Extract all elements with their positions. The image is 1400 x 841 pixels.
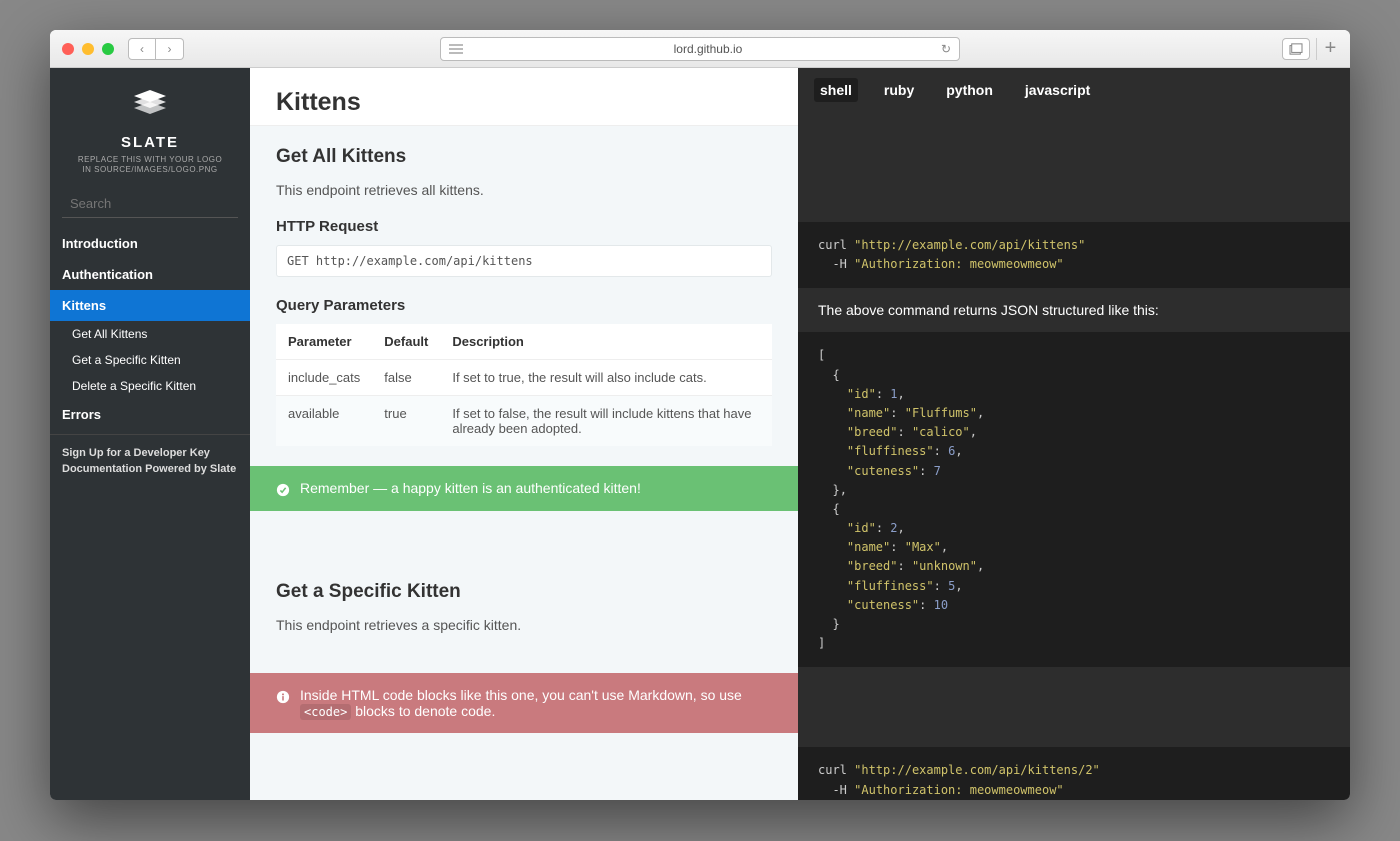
code-panel[interactable]: shell ruby python javascript curl "http:… (798, 68, 1350, 800)
check-circle-icon (276, 483, 290, 497)
table-cell-default: true (372, 396, 440, 447)
reload-icon[interactable]: ↻ (941, 42, 951, 56)
info-circle-icon (276, 690, 290, 704)
sidebar: SLATE Replace this with your logoin sour… (50, 68, 250, 800)
nav-subitem-delete-specific-kitten[interactable]: Delete a Specific Kitten (50, 373, 250, 399)
language-tabs: shell ruby python javascript (798, 68, 1350, 112)
table-row: include_cats false If set to true, the r… (276, 360, 772, 396)
search-input[interactable] (70, 196, 246, 211)
nav-item-kittens[interactable]: Kittens (50, 290, 250, 321)
table-cell-param: include_cats (276, 360, 372, 396)
doc-content[interactable]: Kittens Get All Kittens This endpoint re… (250, 68, 798, 800)
heading-get-specific-kitten: Get a Specific Kitten (276, 581, 772, 603)
window-minimize-button[interactable] (82, 43, 94, 55)
table-cell-desc: If set to false, the result will include… (440, 396, 772, 447)
browser-forward-button[interactable]: › (156, 38, 184, 60)
footer-link-signup[interactable]: Sign Up for a Developer Key (62, 447, 238, 459)
new-tab-button[interactable]: + (1316, 38, 1338, 60)
logo-title: SLATE (60, 134, 240, 151)
nav-item-authentication[interactable]: Authentication (50, 259, 250, 290)
query-parameters-table: Parameter Default Description include_ca… (276, 324, 772, 446)
nav-item-introduction[interactable]: Introduction (50, 228, 250, 259)
code-block-json: [ { "id": 1, "name": "Fluffums", "breed"… (798, 332, 1350, 667)
nav-item-errors[interactable]: Errors (50, 399, 250, 430)
http-request-line: GET http://example.com/api/kittens (276, 245, 772, 277)
browser-titlebar: ‹ › lord.github.io ↻ + (50, 30, 1350, 68)
nav-subitem-get-all-kittens[interactable]: Get All Kittens (50, 321, 250, 347)
window-close-button[interactable] (62, 43, 74, 55)
callout-success: Remember — a happy kitten is an authenti… (250, 466, 798, 511)
code-block-curl-one: curl "http://example.com/api/kittens/2" … (798, 747, 1350, 800)
logo-icon (130, 86, 170, 126)
browser-back-button[interactable]: ‹ (128, 38, 156, 60)
lang-tab-ruby[interactable]: ruby (878, 78, 920, 102)
table-header-parameter: Parameter (276, 324, 372, 360)
browser-url-text: lord.github.io (475, 42, 941, 56)
window-maximize-button[interactable] (102, 43, 114, 55)
desc-get-specific-kitten: This endpoint retrieves a specific kitte… (276, 617, 772, 633)
page-title: Kittens (276, 88, 772, 117)
callout-warning: Inside HTML code blocks like this one, y… (250, 673, 798, 733)
logo-subtitle: Replace this with your logoin source/ima… (60, 155, 240, 176)
show-tabs-button[interactable] (1282, 38, 1310, 60)
table-row: available true If set to false, the resu… (276, 396, 772, 447)
heading-query-parameters: Query Parameters (276, 297, 772, 314)
table-header-description: Description (440, 324, 772, 360)
nav-subitem-get-specific-kitten[interactable]: Get a Specific Kitten (50, 347, 250, 373)
table-header-default: Default (372, 324, 440, 360)
table-cell-default: false (372, 360, 440, 396)
table-cell-desc: If set to true, the result will also inc… (440, 360, 772, 396)
heading-get-all-kittens: Get All Kittens (276, 146, 772, 168)
footer-link-powered[interactable]: Documentation Powered by Slate (62, 463, 238, 475)
callout-success-text: Remember — a happy kitten is an authenti… (300, 480, 641, 496)
logo-block: SLATE Replace this with your logoin sour… (50, 68, 250, 190)
lang-tab-python[interactable]: python (940, 78, 999, 102)
callout-warning-text: Inside HTML code blocks like this one, y… (300, 687, 772, 719)
lang-tab-javascript[interactable]: javascript (1019, 78, 1096, 102)
table-cell-param: available (276, 396, 372, 447)
heading-http-request: HTTP Request (276, 218, 772, 235)
lang-tab-shell[interactable]: shell (814, 78, 858, 102)
desc-get-all-kittens: This endpoint retrieves all kittens. (276, 182, 772, 198)
code-block-curl-all: curl "http://example.com/api/kittens" -H… (798, 222, 1350, 288)
search-field[interactable] (62, 190, 238, 218)
code-note-returns: The above command returns JSON structure… (798, 288, 1350, 332)
reader-mode-icon[interactable] (449, 44, 463, 54)
browser-url-bar[interactable]: lord.github.io ↻ (440, 37, 960, 61)
